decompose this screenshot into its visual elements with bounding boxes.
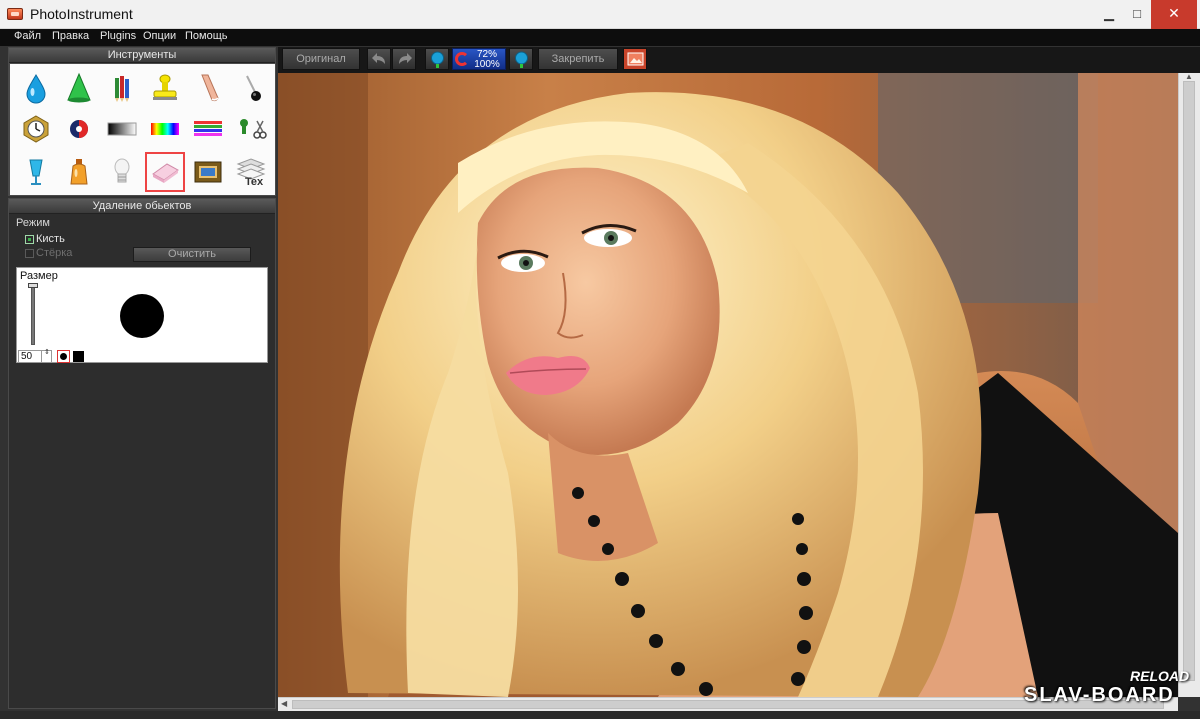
stamp-icon[interactable] [145, 68, 185, 108]
brush-size-box: Размер 50 ⇕ [16, 267, 268, 363]
clear-button[interactable]: Очистить [133, 247, 251, 262]
app-logo-icon [7, 8, 23, 20]
striped-lines-icon[interactable] [188, 109, 228, 149]
zoom-in-icon[interactable] [425, 48, 449, 70]
text-tool-label: Tex [245, 176, 264, 188]
cut-scissors-icon[interactable] [231, 109, 271, 149]
window-title: PhotoInstrument [30, 6, 133, 22]
eraser-mode-label[interactable]: Стёрка [36, 247, 72, 259]
image-canvas[interactable] [278, 73, 1178, 697]
brush-mode-label[interactable]: Кисть [36, 233, 65, 245]
size-slider-track[interactable] [31, 285, 35, 345]
minimize-button[interactable]: ▁ [1095, 0, 1123, 29]
top-toolbar: Оригинал 72% 100% Закрепить [278, 47, 1200, 73]
original-button[interactable]: Оригинал [282, 48, 360, 70]
watermark-slavboard: SLAV-BOARD [1024, 684, 1175, 706]
glass-icon[interactable] [16, 152, 56, 192]
image-preview-icon[interactable] [623, 48, 647, 70]
color-ball-icon[interactable] [59, 109, 99, 149]
scroll-left-arrow-icon[interactable]: ◀ [281, 699, 287, 708]
blur-drop-icon[interactable] [16, 68, 56, 108]
object-removal-title: Удаление обьектов [9, 199, 275, 214]
watermark-reload: RELOAD [1130, 668, 1190, 684]
size-label: Размер [20, 270, 58, 282]
vertical-scroll-thumb[interactable] [1183, 81, 1195, 681]
menu-help[interactable]: Помощь [185, 30, 228, 42]
size-spinner[interactable]: ⇕ [41, 349, 52, 363]
zoom-actual: 100% [474, 59, 500, 70]
tools-grid: Tex [10, 64, 275, 195]
maximize-button[interactable]: □ [1123, 0, 1151, 29]
menu-bar: Файл Правка Plugins Опции Помощь [0, 29, 1200, 46]
menu-options[interactable]: Опции [143, 30, 176, 42]
round-brush-icon[interactable] [57, 350, 70, 363]
gradient-bar-icon[interactable] [102, 109, 142, 149]
menu-plugins[interactable]: Plugins [100, 30, 136, 42]
smudge-finger-icon[interactable] [188, 68, 228, 108]
brush-preview [120, 294, 164, 338]
menu-file[interactable]: Файл [14, 30, 41, 42]
clock-icon[interactable] [16, 109, 56, 149]
bottom-strip [0, 711, 1200, 719]
light-bulb-icon[interactable] [102, 152, 142, 192]
close-button[interactable]: ✕ [1151, 0, 1197, 29]
mode-label: Режим [16, 217, 50, 229]
text-layers-icon[interactable]: Tex [231, 152, 271, 192]
zoom-out-icon[interactable] [509, 48, 533, 70]
square-brush-icon[interactable] [73, 351, 84, 362]
zoom-indicator-icon [455, 52, 469, 66]
brush-mode-checkbox[interactable] [25, 235, 34, 244]
menu-edit[interactable]: Правка [52, 30, 89, 42]
zoom-level-box[interactable]: 72% 100% [452, 48, 506, 70]
photo [278, 73, 1178, 697]
vertical-scrollbar[interactable]: ▲ [1178, 72, 1200, 697]
pencils-icon[interactable] [102, 68, 142, 108]
size-slider-thumb[interactable] [28, 283, 38, 288]
eraser-icon[interactable] [145, 152, 185, 192]
perfume-bottle-icon[interactable] [59, 152, 99, 192]
picture-frame-icon[interactable] [188, 152, 228, 192]
brush-pin-icon[interactable] [231, 68, 271, 108]
pin-button[interactable]: Закрепить [538, 48, 618, 70]
redo-icon[interactable] [392, 48, 416, 70]
tools-panel: Инструменты Tex [8, 47, 276, 196]
eraser-mode-checkbox[interactable] [25, 249, 34, 258]
sharpen-cone-icon[interactable] [59, 68, 99, 108]
app-window: PhotoInstrument ▁ □ ✕ Файл Правка Plugin… [0, 0, 1200, 719]
rainbow-bar-icon[interactable] [145, 109, 185, 149]
title-bar: PhotoInstrument ▁ □ ✕ [0, 0, 1200, 29]
undo-icon[interactable] [367, 48, 391, 70]
object-removal-panel: Удаление обьектов Режим Кисть Стёрка Очи… [8, 198, 276, 709]
scroll-up-arrow-icon[interactable]: ▲ [1185, 72, 1193, 81]
tools-panel-title: Инструменты [9, 48, 275, 63]
